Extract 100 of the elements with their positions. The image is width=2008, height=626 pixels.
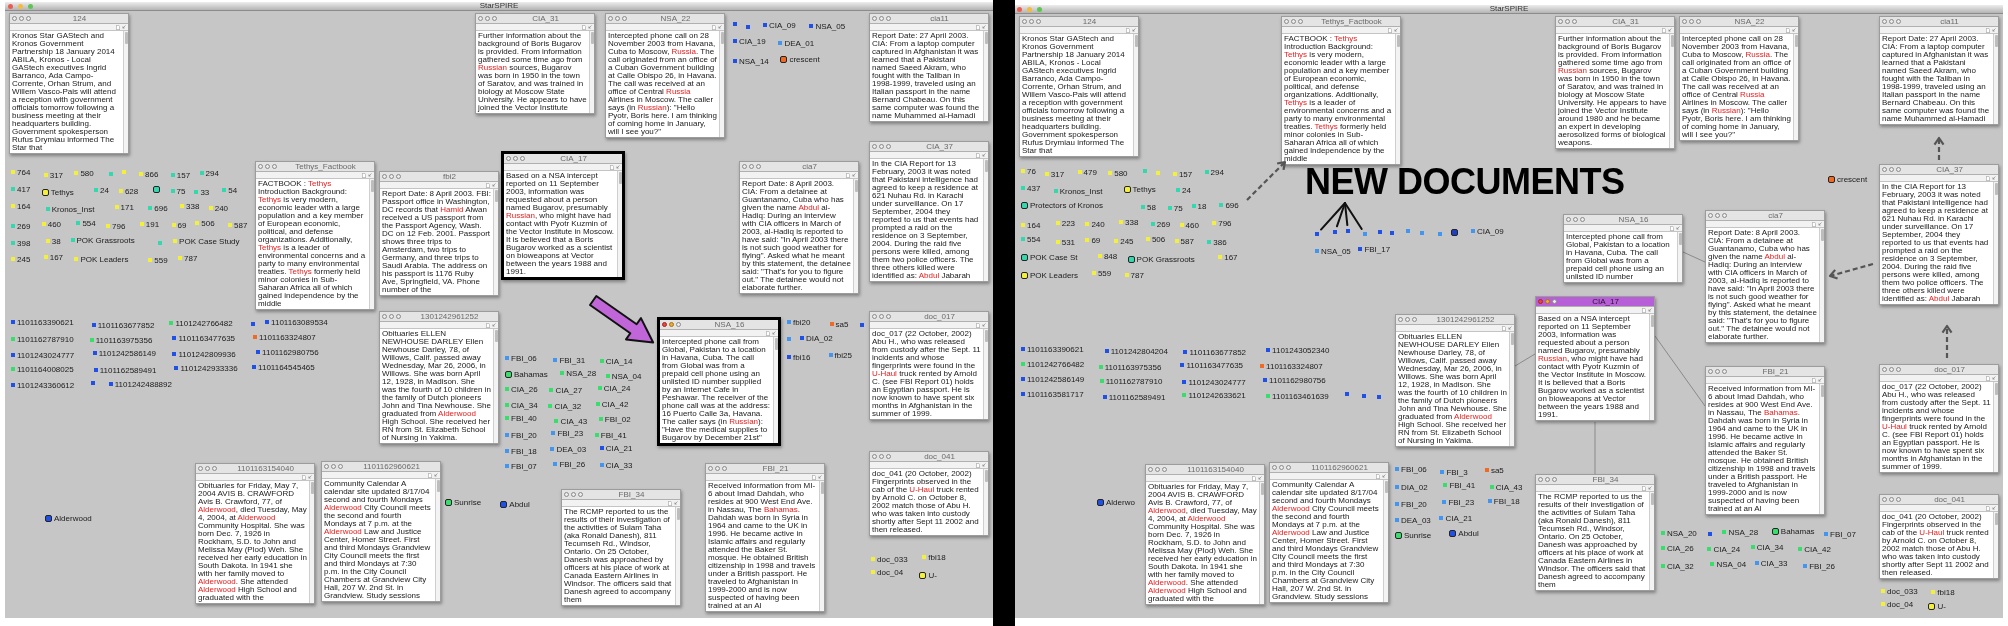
entity-node[interactable] — [1021, 271, 1028, 279]
entity-node[interactable] — [1420, 231, 1424, 235]
entity-node[interactable] — [41, 222, 46, 226]
entity-node[interactable] — [228, 223, 232, 227]
minimize-button[interactable] — [513, 156, 518, 161]
window-title-bar[interactable]: NSA_22 — [606, 14, 724, 24]
entity-node[interactable] — [597, 386, 602, 390]
minimize-button[interactable] — [1889, 367, 1894, 372]
minimize-button[interactable] — [1889, 167, 1894, 172]
page-icon[interactable] — [116, 24, 120, 30]
entity-node[interactable] — [11, 353, 15, 357]
window-title-bar[interactable]: 124 — [10, 14, 128, 24]
close-button[interactable] — [1148, 467, 1153, 472]
scrollbar[interactable] — [493, 329, 498, 443]
close-button[interactable] — [662, 322, 667, 327]
close-button[interactable] — [872, 314, 877, 319]
zoom-button[interactable] — [1696, 19, 1701, 24]
zoom-button[interactable] — [396, 174, 401, 179]
close-button[interactable] — [1882, 167, 1887, 172]
entity-node[interactable] — [1021, 237, 1025, 241]
entity-node[interactable] — [1055, 221, 1060, 225]
scrollbar[interactable] — [1259, 482, 1264, 604]
entity-node[interactable] — [1344, 392, 1349, 396]
entity-node[interactable] — [1471, 229, 1475, 233]
close-button[interactable] — [608, 16, 613, 21]
entity-node[interactable] — [256, 350, 261, 354]
page-icon[interactable] — [1812, 221, 1816, 227]
page-icon[interactable] — [362, 172, 366, 178]
scrollbar[interactable] — [853, 179, 858, 293]
zoom-button[interactable] — [1298, 19, 1303, 24]
zoom-button[interactable] — [1036, 19, 1041, 24]
entity-node[interactable] — [252, 365, 257, 369]
entity-node[interactable] — [1438, 232, 1442, 236]
arrow-icon[interactable] — [772, 331, 776, 335]
close-button[interactable] — [324, 464, 329, 469]
entity-node[interactable] — [505, 356, 509, 360]
entity-node[interactable] — [828, 353, 833, 357]
scrollbar[interactable] — [983, 329, 988, 419]
arrow-icon[interactable] — [1132, 28, 1136, 32]
page-icon[interactable] — [1126, 27, 1130, 33]
entity-node[interactable] — [11, 257, 15, 261]
entity-node[interactable] — [1828, 175, 1835, 183]
entity-node[interactable] — [1044, 172, 1049, 176]
window-title-bar[interactable]: cia11 — [870, 14, 988, 24]
page-icon[interactable] — [976, 24, 980, 30]
entity-node[interactable] — [89, 338, 94, 342]
close-button[interactable] — [1882, 367, 1887, 372]
entity-node[interactable] — [172, 352, 177, 356]
entity-node[interactable] — [1021, 392, 1025, 396]
arrow-icon[interactable] — [1668, 28, 1672, 32]
scrollbar[interactable] — [773, 337, 778, 443]
entity-node[interactable] — [1378, 230, 1382, 234]
window-title-bar[interactable]: cia7 — [740, 162, 858, 172]
entity-node[interactable] — [1172, 172, 1177, 176]
arrow-icon[interactable] — [1792, 28, 1796, 32]
arrow-icon[interactable] — [492, 323, 496, 327]
minimize-button[interactable] — [1689, 19, 1694, 24]
page-icon[interactable] — [1670, 225, 1674, 231]
window-title-bar[interactable]: CIA_37 — [870, 142, 988, 152]
zoom-button[interactable] — [886, 144, 891, 149]
entity-node[interactable] — [1097, 498, 1104, 506]
entity-node[interactable] — [1266, 348, 1271, 352]
window-title-bar[interactable]: cia7 — [1706, 211, 1824, 221]
page-icon[interactable] — [1662, 27, 1666, 33]
entity-node[interactable] — [1021, 377, 1025, 381]
entity-node[interactable] — [1119, 220, 1124, 224]
page-icon[interactable] — [846, 172, 850, 178]
entity-node[interactable] — [599, 463, 604, 467]
entity-node[interactable] — [1881, 602, 1885, 606]
arrow-icon[interactable] — [1992, 376, 1996, 380]
entity-node[interactable] — [11, 367, 15, 371]
page-icon[interactable] — [1986, 27, 1990, 33]
entity-node[interactable] — [919, 571, 927, 579]
minimize-button[interactable] — [1889, 497, 1894, 502]
entity-node[interactable] — [1207, 240, 1212, 244]
entity-node[interactable] — [1182, 393, 1187, 397]
entity-node[interactable] — [76, 221, 81, 225]
entity-node[interactable] — [549, 388, 554, 392]
entity-node[interactable] — [595, 402, 600, 406]
scrollbar[interactable] — [123, 31, 128, 153]
entity-node[interactable] — [445, 498, 452, 506]
page-icon[interactable] — [766, 330, 770, 336]
arrow-icon[interactable] — [368, 173, 372, 177]
entity-node[interactable] — [1439, 516, 1444, 520]
entity-node[interactable] — [158, 241, 163, 245]
scrollbar[interactable] — [1993, 182, 1998, 304]
window-title-bar[interactable]: CIA_17 — [504, 154, 622, 164]
entity-node[interactable] — [505, 370, 512, 378]
entity-node[interactable] — [594, 433, 599, 437]
entity-node[interactable] — [1097, 254, 1102, 258]
entity-node[interactable] — [829, 322, 834, 326]
entity-node[interactable] — [733, 39, 737, 43]
minimize-button[interactable] — [879, 454, 884, 459]
entity-node[interactable] — [11, 170, 15, 174]
entity-node[interactable] — [1085, 222, 1090, 226]
entity-node[interactable] — [1021, 186, 1025, 190]
entity-node[interactable] — [1167, 206, 1172, 210]
close-button[interactable] — [1566, 217, 1571, 222]
entity-node[interactable] — [1021, 223, 1025, 227]
scrollbar[interactable] — [369, 179, 374, 309]
